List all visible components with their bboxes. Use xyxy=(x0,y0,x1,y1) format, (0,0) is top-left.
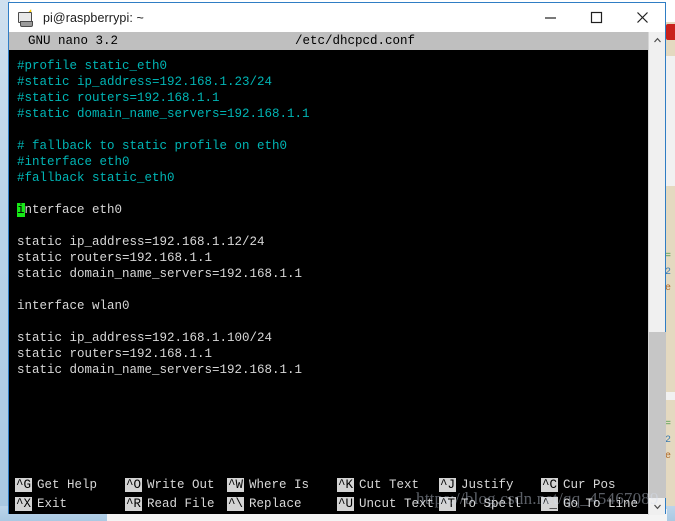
shortcut-label: Exit xyxy=(37,497,68,511)
shortcut-label: To Spell xyxy=(461,497,522,511)
shortcut-label: Write Out xyxy=(147,478,215,492)
maximize-button[interactable] xyxy=(573,3,619,32)
shortcut-item[interactable]: ^W Where Is xyxy=(227,477,309,493)
shortcut-key: ^R xyxy=(125,497,143,511)
close-icon xyxy=(636,12,648,23)
shortcut-item[interactable]: ^J Justify xyxy=(439,477,514,493)
maximize-icon xyxy=(590,11,602,24)
nano-filename-label: /etc/dhcpcd.conf xyxy=(295,34,416,48)
shortcut-key: ^G xyxy=(15,478,33,492)
shortcut-item[interactable]: ^R Read File xyxy=(125,496,215,512)
shortcut-label: Get Help xyxy=(37,478,98,492)
background-app-record-icon xyxy=(666,24,675,40)
shortcut-key: ^C xyxy=(541,478,559,492)
shortcut-item[interactable]: ^C Cur Pos xyxy=(541,477,616,493)
shortcut-label: Cur Pos xyxy=(563,478,616,492)
editor-line: interface eth0 xyxy=(17,203,123,217)
editor-line: #static routers=192.168.1.1 xyxy=(17,91,220,105)
shortcut-item[interactable]: ^_ Go To Line xyxy=(541,496,638,512)
putty-terminal-icon xyxy=(17,7,35,27)
nano-shortcut-bar: ^G Get Help ^O Write Out ^W Where Is ^K Cut Tex… xyxy=(9,476,665,514)
window-title-bar[interactable]: pi@raspberrypi: ~ xyxy=(9,3,665,32)
putty-terminal-window: pi@raspberrypi: ~ GNU nano 3.2 /etc/dhcp… xyxy=(8,2,666,515)
shortcut-row-2: ^X Exit ^R Read File ^\ Replace ^U Uncut Text ^T… xyxy=(9,495,665,514)
minimize-icon xyxy=(544,17,556,19)
window-controls xyxy=(527,3,665,32)
editor-line: static ip_address=192.168.1.12/24 xyxy=(17,235,265,249)
shortcut-item[interactable]: ^G Get Help xyxy=(15,477,97,493)
nano-header-bar: GNU nano 3.2 /etc/dhcpcd.conf xyxy=(9,32,665,51)
scrollbar-up-button[interactable] xyxy=(649,32,666,49)
editor-line: interface wlan0 xyxy=(17,299,130,313)
shortcut-item[interactable]: ^T To Spell xyxy=(439,496,521,512)
shortcut-key: ^_ xyxy=(541,497,559,511)
shortcut-key: ^J xyxy=(439,478,457,492)
shortcut-label: Replace xyxy=(249,497,302,511)
editor-line: static ip_address=192.168.1.100/24 xyxy=(17,331,273,345)
shortcut-item[interactable]: ^O Write Out xyxy=(125,477,215,493)
shortcut-label: Where Is xyxy=(249,478,310,492)
shortcut-label: Justify xyxy=(461,478,514,492)
shortcut-key: ^T xyxy=(439,497,457,511)
editor-line: #fallback static_eth0 xyxy=(17,171,175,185)
shortcut-key: ^X xyxy=(15,497,33,511)
shortcut-key: ^O xyxy=(125,478,143,492)
editor-line: #profile static_eth0 xyxy=(17,59,168,73)
shortcut-row-1: ^G Get Help ^O Write Out ^W Where Is ^K Cut Tex… xyxy=(9,476,665,495)
editor-line: #static domain_name_servers=192.168.1.1 xyxy=(17,107,310,121)
editor-line: static routers=192.168.1.1 xyxy=(17,347,213,361)
editor-line: # fallback to static profile on eth0 xyxy=(17,139,288,153)
shortcut-item[interactable]: ^U Uncut Text xyxy=(337,496,434,512)
shortcut-key: ^U xyxy=(337,497,355,511)
screen-root: = 2 e = 2 e pi@raspberrypi: ~ GNU nano 3… xyxy=(0,0,675,521)
scrollbar-thumb[interactable] xyxy=(649,332,666,498)
shortcut-label: Read File xyxy=(147,497,215,511)
shortcut-key: ^\ xyxy=(227,497,245,511)
minimize-button[interactable] xyxy=(527,3,573,32)
shortcut-item[interactable]: ^X Exit xyxy=(15,496,67,512)
chevron-down-icon xyxy=(654,504,661,510)
editor-line: static domain_name_servers=192.168.1.1 xyxy=(17,363,303,377)
text-cursor: i xyxy=(17,203,25,217)
shortcut-key: ^K xyxy=(337,478,355,492)
scrollbar-down-button[interactable] xyxy=(649,498,666,515)
shortcut-label: Go To Line xyxy=(563,497,639,511)
editor-line: #static ip_address=192.168.1.23/24 xyxy=(17,75,273,89)
editor-line: static domain_name_servers=192.168.1.1 xyxy=(17,267,303,281)
shortcut-label: Uncut Text xyxy=(359,497,435,511)
nano-editor-area[interactable]: #profile static_eth0 #static ip_address=1… xyxy=(9,51,665,476)
window-scrollbar[interactable] xyxy=(648,32,666,515)
nano-version-label: GNU nano 3.2 xyxy=(28,34,119,48)
editor-line: #interface eth0 xyxy=(17,155,130,169)
editor-line: static routers=192.168.1.1 xyxy=(17,251,213,265)
window-title: pi@raspberrypi: ~ xyxy=(43,10,144,25)
chevron-up-icon xyxy=(654,37,661,43)
shortcut-item[interactable]: ^K Cut Text xyxy=(337,477,419,493)
shortcut-key: ^W xyxy=(227,478,245,492)
shortcut-label: Cut Text xyxy=(359,478,420,492)
shortcut-item[interactable]: ^\ Replace xyxy=(227,496,302,512)
close-button[interactable] xyxy=(619,3,665,32)
